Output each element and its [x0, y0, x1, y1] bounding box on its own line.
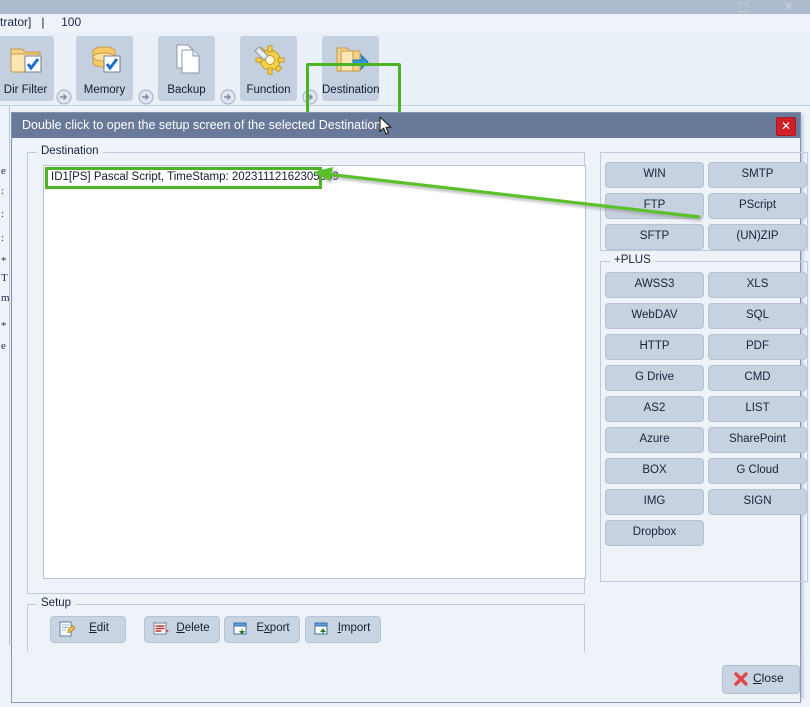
destination-dialog: Double click to open the setup screen of… [11, 112, 808, 697]
arrow-right-circle-icon [220, 89, 236, 105]
toolbar-item-memory[interactable]: Memory [76, 36, 133, 101]
plus-button-img[interactable]: IMG [605, 489, 704, 515]
dialog-body: Destination ID1[PS] Pascal Script, TimeS… [12, 138, 808, 696]
plus-button-sign[interactable]: SIGN [708, 489, 807, 515]
setup-group-legend: Setup [37, 597, 76, 609]
dialog-footer [11, 652, 801, 703]
provider-groupbox: WIN SMTP FTP PScript SFTP (UN)ZIP [600, 152, 808, 251]
plus-button-xls[interactable]: XLS [708, 272, 807, 298]
destination-list[interactable]: ID1[PS] Pascal Script, TimeStamp: 202311… [43, 165, 586, 579]
plus-button-box[interactable]: BOX [605, 458, 704, 484]
provider-button-pscript[interactable]: PScript [708, 193, 807, 219]
arrow-right-circle-icon [302, 89, 318, 105]
app-title-fragment: trator] | 100 [0, 15, 82, 29]
toolbar-label: Memory [83, 84, 126, 96]
provider-button-ftp[interactable]: FTP [605, 193, 704, 219]
dialog-close-button[interactable]: ✕ [776, 117, 796, 136]
edge-fragment: : [1, 185, 5, 197]
destination-group-legend: Destination [37, 145, 103, 157]
app-titlebar: □ ✕ [0, 0, 810, 14]
edit-button[interactable]: Edit [50, 616, 126, 643]
edge-fragment: e [1, 340, 6, 352]
plus-button-list[interactable]: LIST [708, 396, 807, 422]
gear-icon [251, 42, 287, 76]
edge-fragment: m [1, 292, 10, 304]
plus-button-webdav[interactable]: WebDAV [605, 303, 704, 329]
toolbar-label: Destination [322, 84, 380, 96]
toolbar-item-backup[interactable]: Backup [158, 36, 215, 101]
export-window-icon [233, 621, 249, 637]
plus-groupbox: +PLUS AWSS3 XLS WebDAV SQL HTTP PDF G Dr… [600, 254, 808, 582]
app-toolbar: Dir Filter Memory Backup Function Destin… [0, 32, 810, 141]
provider-button-sftp[interactable]: SFTP [605, 224, 704, 250]
app-menubar [0, 14, 810, 32]
edge-fragment: * [1, 320, 7, 332]
provider-button-smtp[interactable]: SMTP [708, 162, 807, 188]
toolbar-item-function[interactable]: Function [240, 36, 297, 101]
delete-button[interactable]: Delete [144, 616, 220, 643]
toolbar-label: Function [246, 84, 291, 96]
arrow-right-circle-icon [138, 89, 154, 105]
provider-button-win[interactable]: WIN [605, 162, 704, 188]
plus-button-sql[interactable]: SQL [708, 303, 807, 329]
toolbar-item-destination[interactable]: Destination [322, 36, 380, 101]
import-window-icon [314, 621, 330, 637]
toolbar-item-dir-filter[interactable]: Dir Filter [0, 36, 54, 101]
mouse-pointer-icon [379, 116, 392, 135]
import-button[interactable]: Import [305, 616, 381, 643]
export-button-label: Export [256, 622, 290, 634]
red-x-icon [733, 671, 749, 687]
screen-root: □ ✕ trator] | 100 Dir Filter Memory Back… [0, 0, 810, 707]
close-button[interactable]: Close [722, 665, 800, 694]
edit-button-label: Edit [89, 622, 109, 634]
edge-fragment: e [1, 165, 6, 177]
plus-button-dropbox[interactable]: Dropbox [605, 520, 704, 546]
plus-button-cmd[interactable]: CMD [708, 365, 807, 391]
close-button-label: Close [753, 671, 784, 685]
dialog-title: Double click to open the setup screen of… [22, 118, 382, 132]
plus-button-http[interactable]: HTTP [605, 334, 704, 360]
edit-pencil-icon [59, 621, 76, 637]
delete-button-label: Delete [176, 622, 210, 634]
delete-row-icon [153, 621, 169, 637]
folder-arrow-icon [333, 42, 369, 76]
plus-button-gdrive[interactable]: G Drive [605, 365, 704, 391]
toolbar-label: Backup [167, 84, 206, 96]
folder-check-icon [8, 42, 44, 76]
window-close-icon[interactable]: ✕ [784, 0, 793, 13]
edge-fragment: : [1, 232, 5, 244]
provider-button-unzip[interactable]: (UN)ZIP [708, 224, 807, 250]
copy-pages-icon [169, 42, 205, 76]
plus-button-as2[interactable]: AS2 [605, 396, 704, 422]
plus-button-azure[interactable]: Azure [605, 427, 704, 453]
import-button-label: Import [337, 622, 371, 634]
window-maximize-icon[interactable]: □ [738, 0, 748, 13]
database-check-icon [87, 42, 123, 76]
app-left-divider [9, 105, 10, 645]
plus-group-legend: +PLUS [610, 254, 655, 266]
list-item[interactable]: ID1[PS] Pascal Script, TimeStamp: 202311… [47, 169, 343, 185]
arrow-right-circle-icon [56, 89, 72, 105]
toolbar-label: Dir Filter [3, 84, 48, 96]
plus-button-pdf[interactable]: PDF [708, 334, 807, 360]
edge-fragment: * [1, 255, 7, 267]
plus-button-awss3[interactable]: AWSS3 [605, 272, 704, 298]
export-button[interactable]: Export [224, 616, 300, 643]
setup-groupbox: Setup Edit Delete Export Import [27, 597, 585, 656]
plus-button-sharepoint[interactable]: SharePoint [708, 427, 807, 453]
edge-fragment: : [1, 208, 5, 220]
plus-button-gcloud[interactable]: G Cloud [708, 458, 807, 484]
dialog-titlebar: Double click to open the setup screen of… [12, 113, 800, 138]
destination-groupbox: Destination ID1[PS] Pascal Script, TimeS… [27, 145, 586, 594]
edge-fragment: T [1, 272, 8, 284]
